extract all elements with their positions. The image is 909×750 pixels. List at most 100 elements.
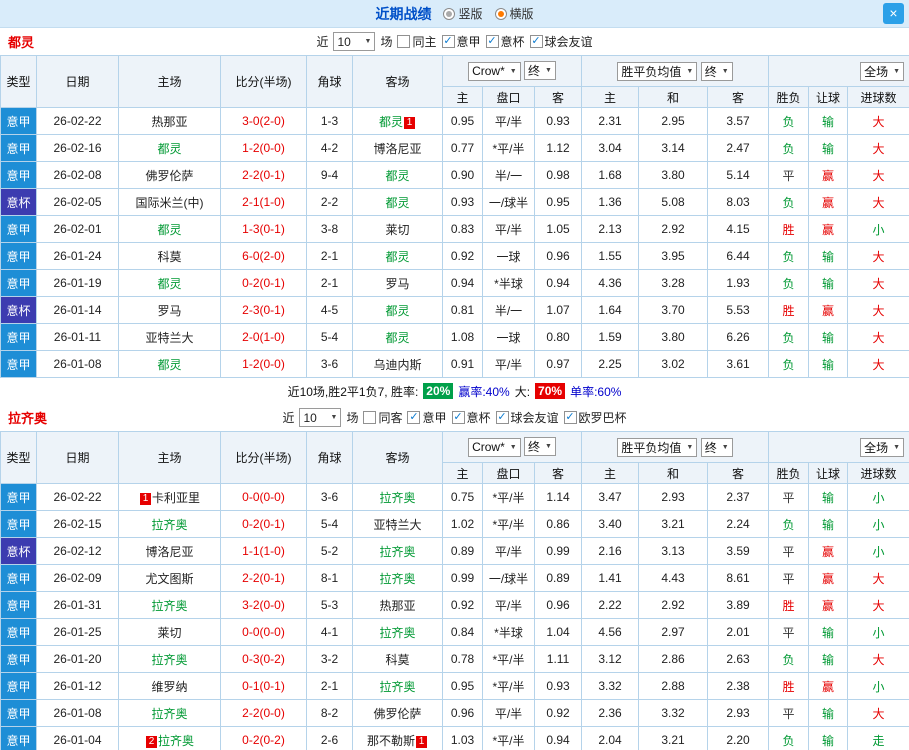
- goals-result-cell: 大: [847, 107, 909, 135]
- team-name: 科莫: [385, 652, 410, 667]
- checkbox-checked-icon[interactable]: ✓: [451, 411, 465, 424]
- near-label: 近: [316, 35, 329, 49]
- avg-away-cell: 6.44: [707, 242, 770, 270]
- avg-dropdown[interactable]: 胜平负均值 ▼: [617, 437, 698, 457]
- odds-source-dropdown[interactable]: Crow* ▼: [468, 437, 521, 457]
- vertical-radio[interactable]: 竖版: [443, 5, 483, 22]
- filter-checkbox[interactable]: ✓ 意甲: [441, 33, 481, 50]
- radio-checked-icon[interactable]: [494, 7, 507, 20]
- avg-away-cell: 3.57: [707, 107, 770, 135]
- filter-checkbox[interactable]: 同客: [363, 409, 402, 426]
- match-count-dropdown[interactable]: 10 ▼: [333, 32, 376, 51]
- match-count-dropdown[interactable]: 10 ▼: [299, 408, 342, 427]
- team-name: 都灵: [157, 357, 182, 372]
- match-date: 26-02-01: [36, 215, 119, 243]
- filter-checkbox[interactable]: 同主: [397, 33, 437, 50]
- corners-cell: 3-8: [306, 215, 353, 243]
- home-team-cell: 罗马: [118, 296, 221, 324]
- avg-draw-cell: 3.13: [638, 537, 709, 565]
- corners-cell: 9-4: [306, 161, 353, 189]
- home-team-cell: 1 卡利亚里: [118, 483, 221, 511]
- avg-away-cell: 2.37: [707, 483, 770, 511]
- avg-home-cell: 2.16: [581, 537, 640, 565]
- goals-result-cell: 大: [847, 161, 909, 189]
- checkbox-label: 同主: [412, 35, 437, 49]
- odds-home-cell: 0.96: [442, 699, 483, 727]
- team-name: 拉齐奥: [157, 733, 194, 748]
- odds-header: Crow* ▼ 终 ▼: [441, 55, 583, 87]
- checkbox-checked-icon[interactable]: ✓: [485, 35, 499, 48]
- horizontal-radio[interactable]: 横版: [494, 5, 534, 22]
- torino-matches-table: 类型 日期 主场 比分(半场) 角球 客场 Crow* ▼ 终 ▼ 胜平负均值 ▼ 终…: [0, 55, 909, 378]
- league-type-badge: 意甲: [0, 672, 37, 700]
- filter-checkbox[interactable]: ✓ 意杯: [485, 33, 525, 50]
- subcol-avg-home: 主: [581, 86, 640, 108]
- team-name: 拉齐奥: [379, 679, 416, 694]
- team-name: 乌迪内斯: [373, 357, 422, 372]
- league-type-badge: 意甲: [0, 483, 37, 511]
- match-row: 意甲 26-01-08 拉齐奥 2-2(0-0) 8-2 佛罗伦萨 0.96 平/半 0.92 2…: [0, 699, 909, 727]
- checkbox-unchecked-icon[interactable]: [397, 35, 411, 48]
- checkbox-checked-icon[interactable]: ✓: [407, 411, 421, 424]
- odds-handicap-cell: 平/半: [482, 699, 535, 727]
- checkbox-checked-icon[interactable]: ✓: [529, 35, 543, 48]
- avg-away-cell: 1.93: [707, 269, 770, 297]
- big-label: 大:: [514, 384, 531, 399]
- checkbox-checked-icon[interactable]: ✓: [441, 35, 455, 48]
- checkbox-checked-icon[interactable]: ✓: [563, 411, 577, 424]
- avg-final-dropdown[interactable]: 终 ▼: [700, 437, 733, 457]
- handicap-result-cell: 输: [808, 242, 849, 270]
- league-type-badge: 意甲: [0, 350, 37, 378]
- avg-final-dropdown[interactable]: 终 ▼: [700, 61, 733, 81]
- checkbox-unchecked-icon[interactable]: [363, 411, 377, 424]
- team-name: 佛罗伦萨: [373, 706, 422, 721]
- odds-source-dropdown[interactable]: Crow* ▼: [468, 61, 521, 81]
- corners-cell: 2-2: [306, 188, 353, 216]
- games-label: 场: [346, 411, 359, 425]
- odds-final-dropdown[interactable]: 终 ▼: [524, 61, 556, 81]
- team-name: 科莫: [157, 249, 182, 264]
- avg-away-cell: 4.15: [707, 215, 770, 243]
- radio-unchecked-icon[interactable]: [443, 7, 456, 20]
- match-row: 意甲 26-01-19 都灵 0-2(0-1) 2-1 罗马 0.94 *半球 0.94 4.36…: [0, 269, 909, 297]
- score-cell: 0-0(0-0): [220, 483, 307, 511]
- avg-home-cell: 3.04: [581, 134, 640, 162]
- result-cell: 负: [768, 323, 810, 351]
- result-cell: 平: [768, 483, 810, 511]
- close-button[interactable]: ×: [883, 3, 904, 24]
- result-cell: 负: [768, 510, 810, 538]
- odds-away-cell: 0.95: [533, 188, 583, 216]
- odds-away-cell: 1.04: [533, 618, 583, 646]
- col-home: 主场: [118, 55, 221, 108]
- filter-checkbox[interactable]: ✓ 欧罗巴杯: [563, 409, 627, 426]
- away-team-cell: 都灵: [352, 242, 443, 270]
- fullmatch-dropdown[interactable]: 全场 ▼: [860, 437, 905, 457]
- avg-dropdown[interactable]: 胜平负均值 ▼: [617, 61, 698, 81]
- avg-draw-cell: 3.02: [638, 350, 709, 378]
- league-type-badge: 意甲: [0, 591, 37, 619]
- match-row: 意甲 26-02-08 佛罗伦萨 2-2(0-1) 9-4 都灵 0.90 半/一 0.98 1.…: [0, 161, 909, 189]
- team-name: 都灵: [157, 276, 182, 291]
- home-team-cell: 维罗纳: [118, 672, 221, 700]
- avg-home-cell: 1.36: [581, 188, 640, 216]
- avg-draw-cell: 2.92: [638, 215, 709, 243]
- filter-checkbox[interactable]: ✓ 球会友谊: [529, 33, 593, 50]
- odds-home-cell: 0.81: [442, 296, 483, 324]
- red-card-badge: 2: [145, 735, 157, 748]
- filter-checkbox[interactable]: ✓ 意杯: [451, 409, 491, 426]
- avg-home-cell: 4.36: [581, 269, 640, 297]
- filter-checkbox[interactable]: ✓ 意甲: [407, 409, 447, 426]
- home-team-cell: 亚特兰大: [118, 323, 221, 351]
- fullmatch-dropdown[interactable]: 全场 ▼: [860, 61, 905, 81]
- odds-final-value: 终: [528, 64, 541, 79]
- corners-cell: 2-6: [306, 726, 353, 750]
- corners-cell: 5-4: [306, 510, 353, 538]
- checkbox-checked-icon[interactable]: ✓: [495, 411, 509, 424]
- result-cell: 平: [768, 564, 810, 592]
- avg-away-cell: 3.89: [707, 591, 770, 619]
- team-name: 拉齐奥: [151, 706, 188, 721]
- summary-text: 近10场,胜2平1负7, 胜率:: [287, 384, 419, 399]
- filter-checkbox[interactable]: ✓ 球会友谊: [495, 409, 559, 426]
- avg-away-cell: 5.14: [707, 161, 770, 189]
- odds-final-dropdown[interactable]: 终 ▼: [524, 437, 556, 457]
